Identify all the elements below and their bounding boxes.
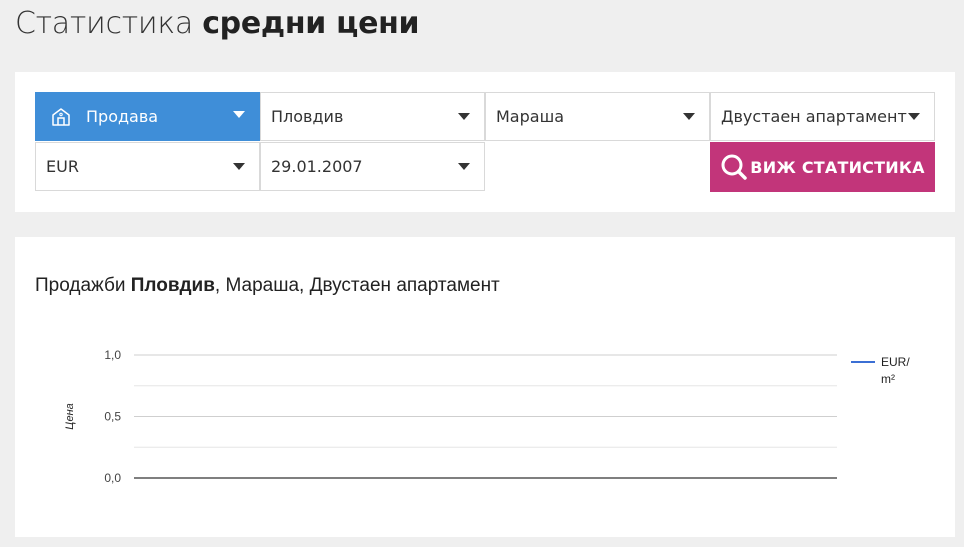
filter-panel: Продава Пловдив Мараша Двустаен апартаме…: [15, 72, 955, 212]
y-axis-label: Цена: [64, 403, 76, 430]
property-type-select[interactable]: Двустаен апартамент: [710, 92, 935, 141]
chevron-down-icon: [233, 111, 245, 118]
property-type-value: Двустаен апартамент: [721, 107, 907, 126]
currency-select[interactable]: EUR: [35, 142, 260, 191]
search-icon: [721, 154, 748, 180]
district-select[interactable]: Мараша: [485, 92, 710, 141]
chevron-down-icon: [908, 113, 920, 120]
deal-type-value: Продава: [86, 107, 159, 126]
date-select[interactable]: 29.01.2007: [260, 142, 485, 191]
chart-panel: Продажби Пловдив, Мараша, Двустаен апарт…: [15, 237, 955, 537]
city-select[interactable]: Пловдив: [260, 92, 485, 141]
chevron-down-icon: [683, 113, 695, 120]
currency-value: EUR: [46, 157, 79, 176]
y-tick-label: 0,5: [104, 410, 121, 424]
legend-label: EUR/m²: [881, 355, 910, 386]
view-statistics-button[interactable]: ВИЖ СТАТИСТИКА: [710, 142, 935, 192]
date-value: 29.01.2007: [271, 157, 363, 176]
home-icon: [52, 107, 70, 126]
y-tick-label: 0,0: [104, 471, 121, 485]
page-title-bold: средни цени: [202, 6, 420, 41]
chevron-down-icon: [458, 113, 470, 120]
district-value: Мараша: [496, 107, 565, 126]
chevron-down-icon: [233, 163, 245, 170]
view-statistics-label: ВИЖ СТАТИСТИКА: [750, 157, 925, 177]
chevron-down-icon: [458, 163, 470, 170]
deal-type-select[interactable]: Продава: [35, 92, 260, 141]
page-title-regular: Статистика: [15, 6, 193, 41]
city-value: Пловдив: [271, 107, 344, 126]
page-title: Статистика средни цени: [15, 6, 420, 41]
price-chart: 1,0 0,5 0,0 Цена EUR/m²: [64, 348, 910, 485]
y-tick-label: 1,0: [104, 348, 121, 362]
